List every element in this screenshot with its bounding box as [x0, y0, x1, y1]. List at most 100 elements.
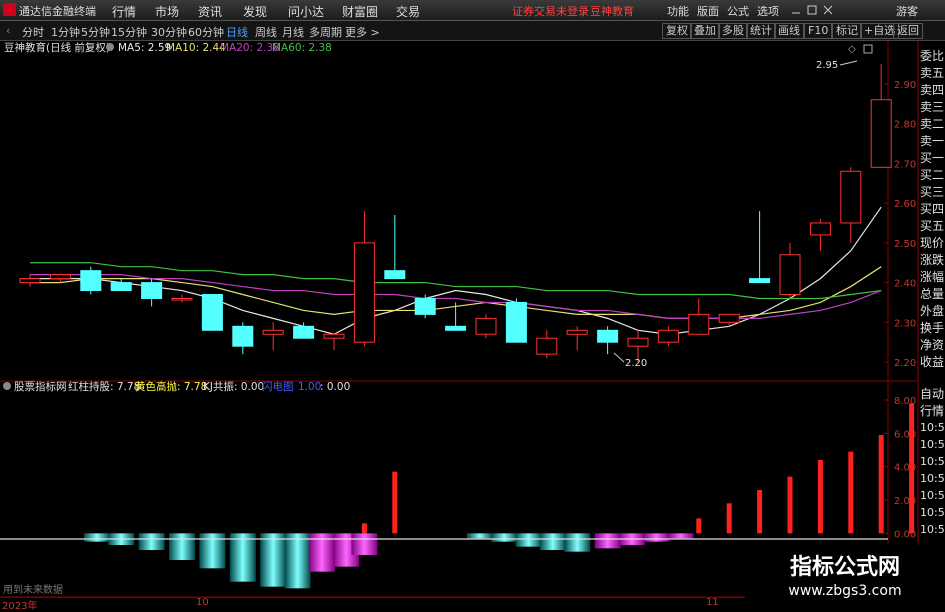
candle-body[interactable]	[749, 278, 771, 284]
candle-body[interactable]	[779, 254, 801, 296]
menu-function[interactable]: 功能	[667, 3, 689, 19]
candle-body[interactable]	[445, 325, 467, 331]
period-tab[interactable]: 月线	[282, 24, 304, 40]
multi-stock-button[interactable]: 多股	[718, 23, 748, 39]
candle-body[interactable]	[809, 222, 831, 236]
date-label: 11	[706, 597, 719, 608]
restore-rights-button[interactable]: 复权	[662, 23, 692, 39]
period-tab[interactable]: 多周期	[309, 24, 342, 40]
menu-discover[interactable]: 发现	[243, 3, 267, 20]
period-tab-active[interactable]: 日线	[226, 24, 248, 40]
stock-notice: 豆神教育	[590, 5, 634, 18]
login-notice[interactable]: 证券交易未登录	[512, 3, 589, 19]
maximize-icon[interactable]	[806, 4, 818, 16]
kline-chart[interactable]: 豆神教育(日线 前复权) MA5: 2.59 MA10: 2.44 MA20: …	[0, 41, 945, 609]
menu-formula[interactable]: 公式	[727, 3, 749, 19]
candle-body[interactable]	[80, 270, 102, 292]
app-logo-icon	[3, 3, 16, 16]
menu-options[interactable]: 选项	[757, 3, 779, 19]
candle-body[interactable]	[566, 329, 588, 335]
watermark-url: www.zbgs3.com	[788, 583, 902, 599]
period-tab[interactable]: 分时	[22, 24, 44, 40]
toolbar-arrow-icon[interactable]: ‹	[6, 24, 10, 37]
candle-body[interactable]	[353, 242, 375, 343]
date-label: 2023年	[2, 601, 38, 612]
window-toggle-icon[interactable]	[863, 44, 873, 54]
menu-layout[interactable]: 版面	[697, 3, 719, 19]
candle-body[interactable]	[718, 313, 740, 323]
candle-body[interactable]	[171, 297, 193, 301]
cyan-bar	[515, 533, 542, 547]
candle-body[interactable]	[505, 301, 527, 343]
cyan-bar	[169, 533, 195, 560]
period-tab[interactable]: 15分钟	[111, 24, 147, 40]
statistics-button[interactable]: 统计	[746, 23, 776, 39]
candle-body[interactable]	[49, 274, 71, 280]
quote-label[interactable]: 行情	[920, 402, 944, 419]
period-tab[interactable]: 30分钟	[151, 24, 187, 40]
minimize-icon[interactable]	[790, 4, 802, 16]
red-bar	[848, 451, 854, 534]
back-button[interactable]: 返回	[893, 23, 923, 39]
menu-market[interactable]: 市场	[155, 3, 179, 20]
menu-wealth[interactable]: 财富圈	[342, 3, 378, 20]
candle-body[interactable]	[597, 329, 619, 343]
candle-body[interactable]	[293, 325, 315, 339]
candle-body[interactable]	[536, 337, 558, 355]
diamond-icon[interactable]: ◇	[848, 44, 856, 55]
indicator-item: 黄色高抛: 7.78	[135, 380, 207, 393]
candle-body[interactable]	[414, 297, 436, 315]
period-tab[interactable]: 周线	[255, 24, 277, 40]
f10-button[interactable]: F10	[804, 23, 833, 39]
indicator-item: 1.00	[298, 381, 321, 393]
candle-body[interactable]	[110, 282, 132, 292]
red-bar	[757, 490, 763, 534]
mark-button[interactable]: 标记	[832, 23, 862, 39]
time-label: 10:50	[920, 421, 945, 434]
guest-label[interactable]: 游客	[896, 3, 918, 19]
indicator-settings-icon[interactable]	[3, 382, 11, 390]
draw-line-button[interactable]: 画线	[774, 23, 804, 39]
ma60-label: MA60: 2.38	[272, 42, 332, 54]
app-title: 通达信金融终端	[19, 5, 96, 18]
candle-body[interactable]	[627, 337, 649, 347]
menu-trade[interactable]: 交易	[396, 3, 420, 20]
candle-body[interactable]	[141, 282, 163, 299]
cyan-bar	[260, 533, 287, 587]
close-icon[interactable]	[822, 4, 834, 16]
indicator-item: KJ共振: 0.00	[203, 380, 264, 393]
y-tick-label: 2.40	[894, 279, 916, 290]
candle-body[interactable]	[688, 313, 710, 335]
candle-body[interactable]	[232, 325, 254, 347]
cyan-bar	[491, 533, 518, 542]
sidebar-label: 涨幅	[920, 270, 945, 284]
menu-news[interactable]: 资讯	[198, 3, 222, 20]
period-tab[interactable]: 5分钟	[81, 24, 110, 40]
period-tab[interactable]: 1分钟	[51, 24, 80, 40]
candle-body[interactable]	[323, 333, 345, 339]
candle-body[interactable]	[475, 317, 497, 335]
period-tab[interactable]: 60分钟	[188, 24, 224, 40]
sidebar-label: 外盘	[920, 304, 945, 318]
sidebar-label: 买一	[920, 151, 945, 165]
candle-body[interactable]	[19, 278, 41, 284]
candle-body[interactable]	[201, 294, 223, 331]
overlay-button[interactable]: 叠加	[690, 23, 720, 39]
future-data-note: 用到未来数据	[3, 583, 63, 596]
candle-body[interactable]	[262, 329, 284, 335]
magenta-bar	[667, 533, 694, 539]
auto-label[interactable]: 自动	[920, 385, 944, 402]
period-more[interactable]: 更多 >	[345, 24, 380, 40]
candle-body[interactable]	[870, 99, 892, 168]
candle-body[interactable]	[657, 329, 679, 343]
menu-ask[interactable]: 问小达	[288, 3, 324, 20]
cyan-bar	[564, 533, 591, 552]
candle-body[interactable]	[840, 170, 862, 224]
sidebar-label: 卖四	[920, 83, 945, 97]
candle-body[interactable]	[384, 270, 406, 280]
period-toolbar: ‹ 分时 1分钟 5分钟 15分钟 30分钟 60分钟 日线 周线 月线 多周期…	[0, 21, 945, 41]
red-bar	[726, 503, 732, 534]
menu-quotes[interactable]: 行情	[112, 3, 136, 20]
y-tick-label: 2.20	[894, 358, 916, 369]
settings-icon[interactable]	[106, 43, 114, 51]
